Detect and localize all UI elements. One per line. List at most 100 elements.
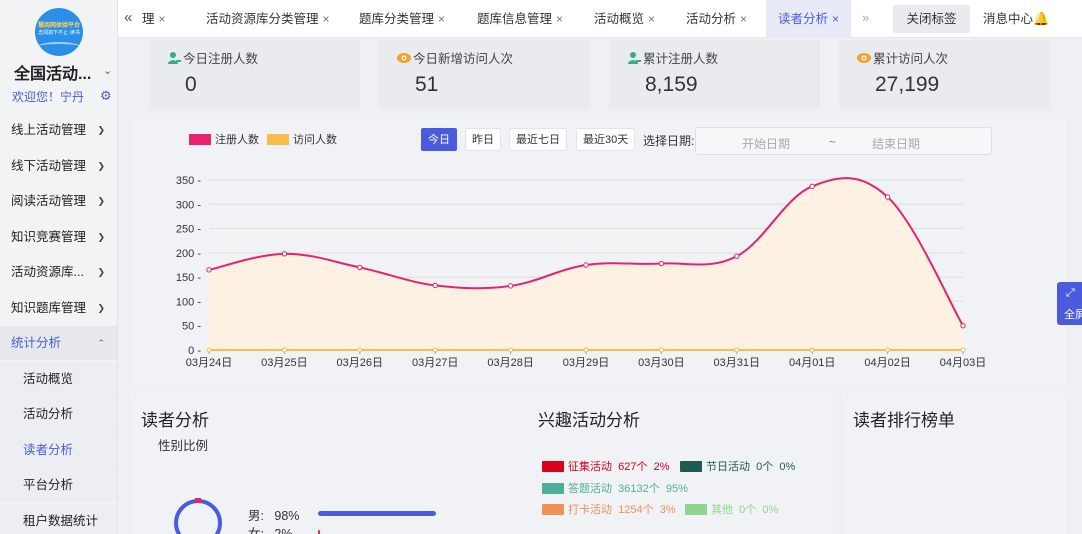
chevron-down-icon: ❯ [97,303,105,313]
interest-count: 627个 [618,461,648,473]
gender-female-row: 女: 2% [248,523,292,534]
interest-analysis-title: 兴趣活动分析 [538,411,640,430]
logo-subtext: 志阅如下不止·读书 [38,30,80,36]
double-chevron-left-icon[interactable]: « [124,9,132,26]
stat-card-today-register: 今日注册人数 0 [149,40,360,109]
stat-card-total-register: 累计注册人数 8,159 [609,40,820,109]
interest-item-collect[interactable]: 征集活动 627个 2% [542,458,670,474]
sidebar-item-question-bank[interactable]: 知识题库管理 ❯ [0,291,117,325]
sidebar-item-resource-library[interactable]: 活动资源库... ❯ [0,255,117,289]
stat-value: 8,159 [645,73,698,96]
user-icon [168,52,181,64]
interest-item-quiz[interactable]: 答题活动 36132个 95% [542,480,688,496]
chevron-down-icon: ❯ [97,232,105,242]
tab-question-info[interactable]: 题库信息管理 × [477,0,563,38]
visit-point [734,347,740,353]
stat-card-total-visits: 累计访问人次 27,199 [839,40,1050,109]
interest-label: 征集活动 [568,461,612,473]
x-tick-label: 03月26日 [337,357,383,369]
sidebar-subitem-tenant-stats[interactable]: 租户数据统计 [0,504,117,534]
male-progress-bar [318,511,436,516]
bell-icon: 🔔 [1033,11,1050,26]
tab-resource-category[interactable]: 活动资源库分类管理 × [206,0,330,38]
close-icon[interactable]: × [740,12,747,26]
x-tick-label: 03月25日 [261,357,307,369]
chevron-down-icon: ❯ [97,125,105,135]
gear-icon[interactable]: ⚙ [100,88,112,104]
legend-swatch [542,504,564,515]
org-name[interactable]: 全国活动... [14,60,91,84]
sidebar-item-statistics[interactable]: 统计分析 ⌃ [0,326,117,360]
visit-point [508,347,514,353]
stat-label: 今日新增访问人次 [413,52,514,66]
tab-activity-analysis[interactable]: 活动分析 × [686,0,747,38]
sidebar-subitem-reader-analysis[interactable]: 读者分析 [0,433,117,467]
y-tick-label: 150 - [176,272,201,284]
tab-label: 读者分析 [778,12,829,26]
eye-icon [857,53,871,63]
close-icon[interactable]: × [832,12,839,26]
visit-point [658,347,664,353]
interest-item-other[interactable]: 其他 0个 0% [685,501,778,517]
close-icon[interactable]: × [648,12,655,26]
x-tick-label: 03月29日 [563,357,609,369]
tab-question-category[interactable]: 题库分类管理 × [359,0,445,38]
fullscreen-button[interactable]: ⤢ 全屏 [1057,282,1082,325]
register-point [583,262,589,268]
legend-swatch [542,483,564,494]
female-percent: 2% [274,527,293,534]
gender-ratio-title: 性别比例 [158,439,209,453]
eye-icon [397,53,411,63]
male-percent: 98% [274,509,300,523]
sidebar-subitem-platform-analysis[interactable]: 平台分析 [0,468,117,502]
interest-item-festival[interactable]: 节日活动 0个 0% [680,458,795,474]
sidebar-item-online-activity[interactable]: 线上活动管理 ❯ [0,113,117,147]
stat-value: 0 [185,73,197,96]
y-tick-label: 200 - [176,248,201,260]
close-tabs-button[interactable]: 关闭标签 [893,5,970,33]
register-point [960,323,966,329]
visit-point [206,347,212,353]
tab-label: 题库信息管理 [477,12,553,26]
visit-point [583,347,589,353]
sidebar-item-reading-activity[interactable]: 阅读活动管理 ❯ [0,184,117,218]
sidebar-item-label: 线下活动管理 [11,159,87,173]
tab-bar: « 理 × 活动资源库分类管理 × 题库分类管理 × 题库信息管理 × 活动概览 × 活动… [118,0,1082,38]
close-icon[interactable]: × [159,12,166,26]
register-point [357,264,363,271]
sidebar-item-offline-activity[interactable]: 线下活动管理 ❯ [0,149,117,183]
sidebar-subitem-activity-analysis[interactable]: 活动分析 [0,397,117,431]
double-chevron-right-icon[interactable]: » [862,10,869,25]
tab-label: 活动分析 [686,12,737,26]
interest-count: 1254个 [618,504,654,516]
close-icon[interactable]: × [438,12,445,26]
tab-activity-overview[interactable]: 活动概览 × [594,0,655,38]
x-tick-label: 04月03日 [940,357,986,369]
register-point [884,194,891,200]
visit-point [885,347,891,353]
sidebar: 慧阅网体验平台 志阅如下不止·读书 全国活动... ⌄ 欢迎您！宁丹 ⚙ 线上活… [0,0,118,534]
register-point [507,283,514,289]
org-logo: 慧阅网体验平台 志阅如下不止·读书 [35,8,83,56]
interest-percent: 95% [665,483,688,495]
register-point [206,267,212,273]
close-icon[interactable]: × [556,12,563,26]
y-tick-label: 250 - [176,224,201,236]
reader-ranking-title: 读者排行榜单 [853,411,955,430]
interest-count: 36132个 [618,483,660,495]
legend-swatch [685,504,707,515]
interest-item-checkin[interactable]: 打卡活动 1254个 3% [542,501,676,517]
tab-label: 题库分类管理 [359,12,435,26]
x-tick-label: 03月30日 [638,357,684,369]
sidebar-item-quiz[interactable]: 知识竞赛管理 ❯ [0,220,117,254]
chevron-down-icon[interactable]: ⌄ [103,64,112,77]
tab-reader-analysis[interactable]: 读者分析 × [766,0,852,38]
tab-question-admin[interactable]: 理 × [142,0,166,38]
line-chart: 0 - 50 - 100 - 150 - 200 - 250 - 300 - 350 - 03月… [176,175,986,369]
message-center[interactable]: 消息中心🔔 [983,0,1049,38]
close-icon[interactable]: × [323,12,330,26]
sidebar-subitem-activity-overview[interactable]: 活动概览 [0,362,117,396]
gender-male-row: 男: 98% [248,505,299,524]
legend-swatch [680,461,702,472]
y-tick-label: 0 - [188,345,201,357]
